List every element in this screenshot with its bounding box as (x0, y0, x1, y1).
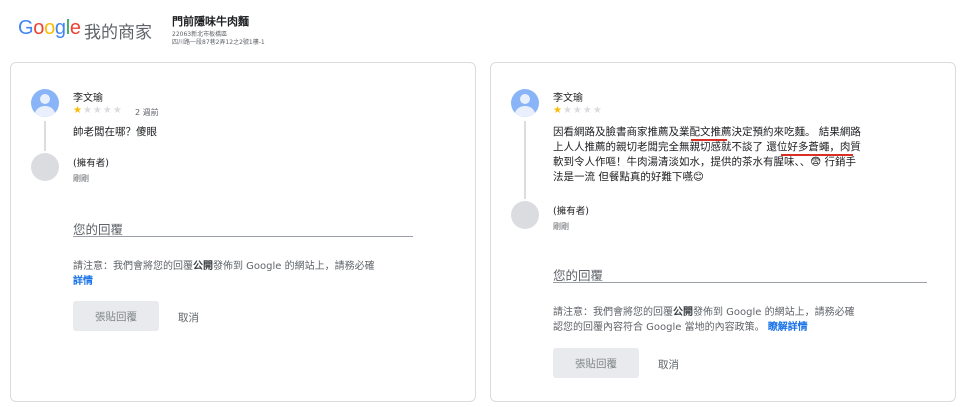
star-filled-icon: ★ (553, 105, 563, 116)
review-text-line2: 上人人推薦的親切老闆完全無親切感就不談了 還位好多蒼蠅，肉質 (553, 141, 861, 153)
cancel-button[interactable]: 取消 (658, 357, 679, 372)
reviewer-name[interactable]: 李文瑜 (73, 89, 103, 104)
highlight-underline (781, 154, 853, 156)
business-address-line2: 四川路一段87巷2弄12之2號1樓-1 (172, 39, 265, 46)
owner-time: 剛剛 (553, 222, 569, 231)
review-text: 帥老闆在哪？傻眼 (73, 126, 157, 138)
star-rating: ★★★★★ (553, 105, 603, 116)
cancel-button[interactable]: 取消 (178, 310, 199, 325)
reviewer-avatar (511, 89, 539, 117)
star-rating: ★★★★★ (73, 105, 123, 116)
learn-more-link[interactable]: 瞭解詳情 (768, 322, 808, 333)
review-text-line3: 軟到令人作嘔！牛肉湯清淡如水，提供的茶水有腥味、、😨 行銷手 (553, 156, 857, 168)
post-reply-button[interactable]: 張貼回覆 (553, 348, 639, 378)
owner-avatar (31, 153, 59, 181)
policy-notice: 請注意：我們會將您的回覆公開發佈到 Google 的網站上，請務必確 (73, 261, 375, 272)
thread-line (44, 121, 46, 151)
learn-more-link[interactable]: 詳情 (73, 274, 93, 289)
review-time: 2 週前 (135, 108, 159, 117)
star-empty-icon: ★★★★ (82, 105, 123, 116)
product-name: 我的商家 (84, 23, 152, 43)
business-name: 門前隱味牛肉麵 (172, 15, 249, 28)
owner-label: (擁有者) (553, 206, 589, 217)
reply-input-underline (553, 282, 927, 283)
policy-notice: 請注意：我們會將您的回覆公開發佈到 Google 的網站上，請務必確 (553, 307, 855, 318)
star-empty-icon: ★★★★ (562, 105, 603, 116)
reply-input-underline (73, 236, 413, 237)
post-reply-button[interactable]: 張貼回覆 (73, 301, 159, 331)
owner-time: 剛剛 (73, 174, 89, 183)
app-header: Google 我的商家 門前隱味牛肉麵 22063新北市板橋區 四川路一段87巷… (0, 0, 960, 58)
google-logo[interactable]: Google (18, 17, 81, 40)
reviewer-name[interactable]: 李文瑜 (553, 89, 583, 104)
highlight-underline (691, 139, 727, 141)
owner-avatar (511, 201, 539, 229)
review-text-line1: 因看網路及臉書商家推薦及業配文推薦決定預約來吃麵。 結果網路 (553, 126, 861, 138)
review-card-left: 李文瑜 ★★★★★ 2 週前 帥老闆在哪？傻眼 (擁有者) 剛剛 您的回覆 請注… (10, 62, 476, 402)
reviewer-avatar (31, 89, 59, 117)
review-text-line4: 法是一流 但餐點真的好難下嚥😊 (553, 171, 704, 183)
policy-notice-line2: 認您的回覆內容符合 Google 當地的內容政策。 瞭解詳情 (553, 322, 808, 333)
thread-line (524, 121, 526, 199)
review-card-right: 李文瑜 ★★★★★ 因看網路及臉書商家推薦及業配文推薦決定預約來吃麵。 結果網路… (490, 62, 956, 402)
business-address-line1: 22063新北市板橋區 (172, 31, 228, 38)
owner-label: (擁有者) (73, 158, 109, 169)
star-filled-icon: ★ (73, 105, 83, 116)
